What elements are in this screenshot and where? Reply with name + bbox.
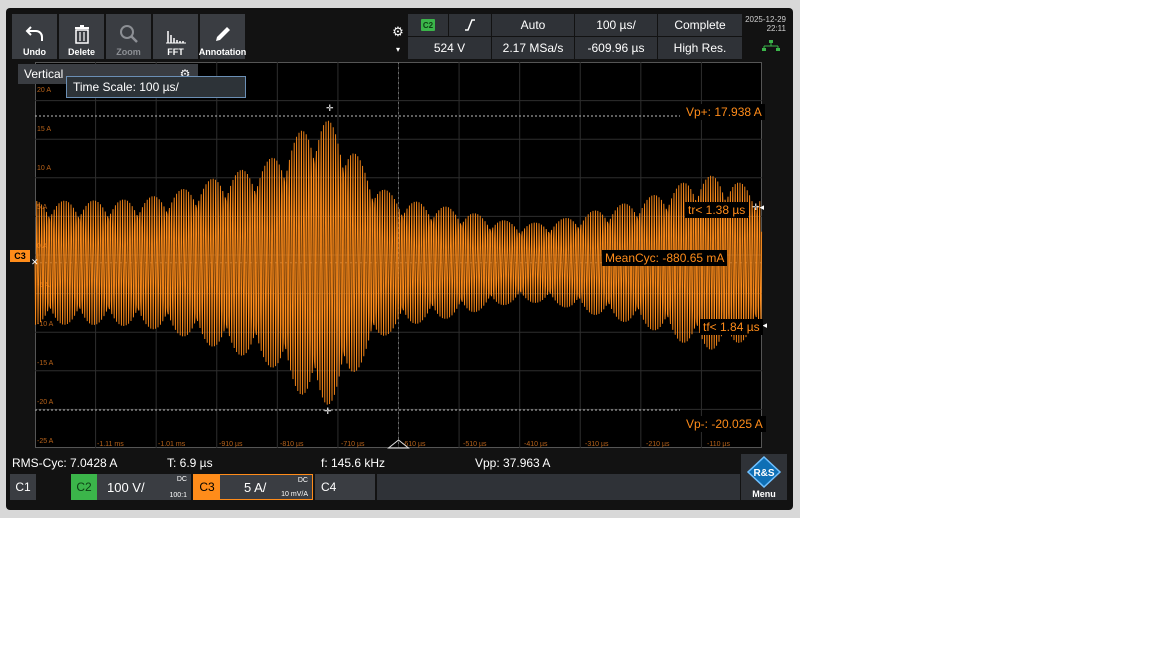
c2-scale: 100 V/	[107, 479, 145, 495]
x-tick-label: -410 µs	[524, 441, 548, 448]
x-tick-label: -610 µs	[402, 441, 426, 448]
c2-coupling: DC	[176, 476, 187, 483]
ch3-ground-crosshair-icon: ✕	[31, 257, 39, 267]
x-tick-label: -510 µs	[463, 441, 487, 448]
y-tick-label: -10 A	[37, 321, 54, 328]
channel-c3-button[interactable]: C3 5 A/ DC 10 mV/A	[193, 474, 313, 500]
c1-label: C1	[15, 480, 31, 494]
y-tick-label: 20 A	[37, 87, 51, 94]
y-tick-label: -25 A	[37, 438, 54, 445]
rise-time-readout: tr< 1.38 µs	[685, 202, 749, 218]
c3-scale: 5 A/	[244, 479, 267, 495]
x-tick-label: -110 µs	[707, 441, 730, 448]
vp-plus-readout: Vp+: 17.938 A	[683, 104, 765, 120]
channel-c1-button[interactable]: C1	[10, 474, 36, 500]
vp-minus-readout: Vp-: -20.025 A	[683, 416, 766, 432]
vp-plus-crosshair-icon: ✛	[326, 103, 334, 113]
c2-probe: 100:1	[169, 492, 187, 499]
vpp-result: Vpp: 37.963 A	[475, 456, 551, 470]
svg-text:R&S: R&S	[753, 468, 774, 479]
ch3-offset-marker[interactable]: C3	[10, 250, 30, 262]
vertical-label: Vertical	[24, 67, 64, 81]
c2-label: C2	[71, 474, 97, 500]
rohde-schwarz-logo-icon: R&S	[746, 456, 782, 488]
time-scale-tooltip: Time Scale: 100 µs/	[66, 76, 246, 98]
rise-time-crosshair-icon: ✛◂	[752, 202, 765, 212]
c3-label: C3	[194, 475, 220, 499]
c3-probe: 10 mV/A	[281, 491, 308, 498]
x-tick-label: -910 µs	[219, 441, 243, 448]
period-result: T: 6.9 µs	[167, 456, 213, 470]
y-tick-label: 5 A	[37, 204, 47, 211]
x-tick-label: -1.11 ms	[97, 441, 124, 448]
y-tick-label: -15 A	[37, 360, 54, 367]
channel-c4-button[interactable]: C4	[315, 474, 375, 500]
channel-c2-button[interactable]: C2 100 V/ DC 100:1	[71, 474, 191, 500]
vp-minus-crosshair-icon: ✛	[324, 406, 332, 416]
x-tick-label: -310 µs	[585, 441, 609, 448]
x-tick-label: -210 µs	[646, 441, 670, 448]
c4-label: C4	[321, 480, 337, 494]
y-tick-label: 15 A	[37, 126, 51, 133]
menu-label: Menu	[752, 489, 776, 499]
x-tick-label: -710 µs	[341, 441, 365, 448]
channel-bar-empty	[377, 474, 740, 500]
y-tick-label: -20 A	[37, 399, 54, 406]
y-tick-label: 10 A	[37, 165, 51, 172]
measurement-results-bar: RMS-Cyc: 7.0428 A T: 6.9 µs f: 145.6 kHz…	[8, 452, 778, 474]
x-tick-label: -810 µs	[280, 441, 304, 448]
menu-button[interactable]: R&S Menu	[741, 454, 787, 500]
channel-bar: C1 C2 100 V/ DC 100:1 C3 5 A/ DC 10 mV/A…	[10, 474, 740, 500]
mean-cycle-readout: MeanCyc: -880.65 mA	[602, 250, 728, 266]
frequency-result: f: 145.6 kHz	[321, 456, 386, 470]
c3-coupling: DC	[297, 477, 308, 484]
rms-cycle-result: RMS-Cyc: 7.0428 A	[12, 456, 118, 470]
fall-time-readout: tf< 1.84 µs	[700, 319, 763, 335]
x-tick-label: -1.01 ms	[158, 441, 186, 448]
